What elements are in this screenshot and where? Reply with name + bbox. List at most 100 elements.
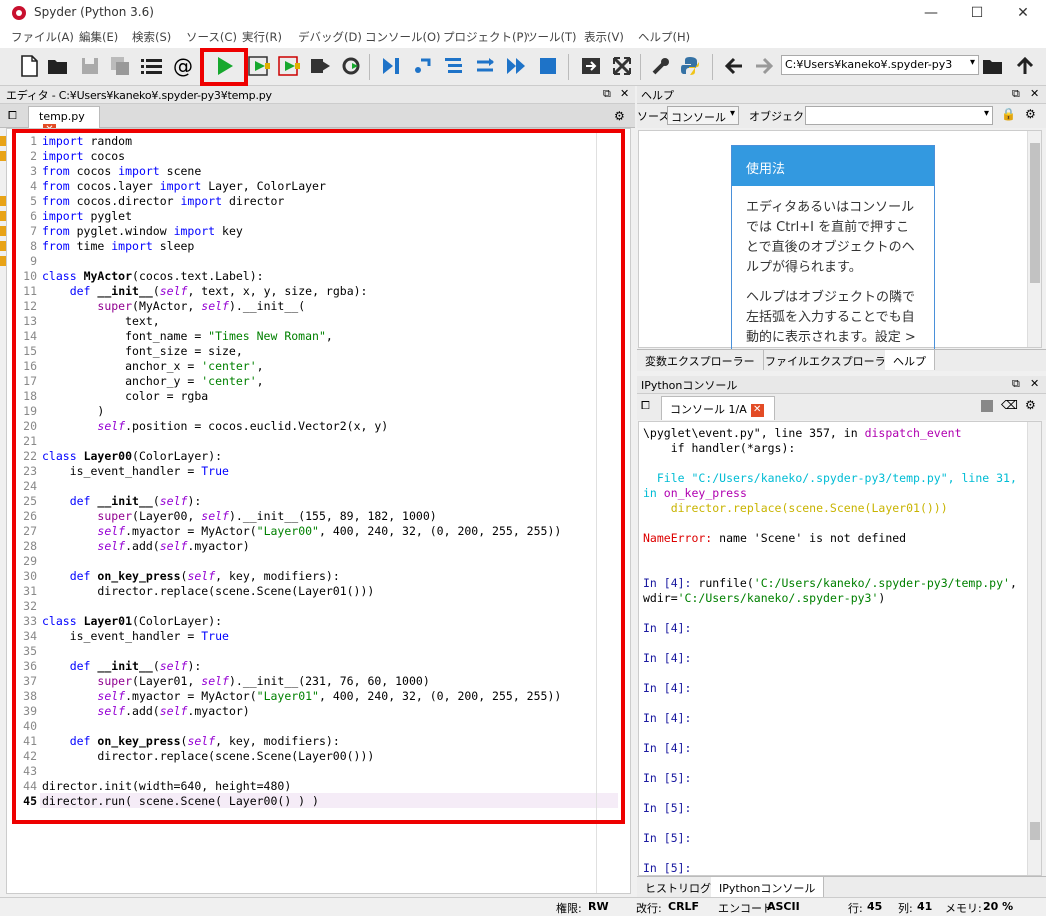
column-label: 列: [898, 902, 913, 915]
debug-icon[interactable] [378, 53, 404, 79]
python-path-icon[interactable] [677, 53, 703, 79]
stop-square-icon[interactable] [981, 400, 993, 412]
line-number: 45 [23, 794, 37, 808]
console-line: wdir='C:/Users/kaneko/.spyder-py3') [643, 591, 886, 605]
editor-pane-header: エディタ - C:¥Users¥kaneko¥.spyder-py3¥temp.… [0, 86, 635, 104]
rerun-icon[interactable] [338, 53, 364, 79]
close-button[interactable]: ✕ [1000, 0, 1046, 26]
code-line: font_size = size, [42, 344, 243, 358]
line-number: 15 [23, 344, 37, 358]
line-number: 2 [30, 149, 37, 163]
undock-icon[interactable]: ⧉ [603, 87, 611, 101]
preferences-wrench-icon[interactable] [648, 53, 674, 79]
open-folder-icon[interactable] [45, 53, 71, 79]
help-tab-bar: 変数エクスプローラー ファイルエクスプローラー ヘルプ [637, 349, 1046, 371]
code-editor[interactable]: 1 2 3 4 5 6 7 8 9 10 11 12 13 14 15 16 17 18 19 20 21 22 23 24 2… [6, 128, 631, 894]
source-combo[interactable]: コンソール ▾ [667, 106, 739, 125]
maximize-button[interactable]: ☐ [954, 0, 1000, 26]
code-line: from cocos.director import director [42, 194, 285, 208]
lock-icon[interactable]: 🔒 [1001, 107, 1016, 121]
chevron-down-icon[interactable]: ▾ [970, 57, 975, 68]
console-scrollbar[interactable] [1027, 422, 1041, 875]
working-directory-combo[interactable]: C:¥Users¥kaneko¥.spyder-py3 ▾ [781, 55, 979, 75]
tab-help[interactable]: ヘルプ [885, 350, 935, 370]
menu-file[interactable]: ファイル(A) [11, 29, 74, 45]
step-into-icon[interactable] [441, 53, 467, 79]
close-tab-icon[interactable]: ✕ [750, 403, 764, 417]
code-line: def on_key_press(self, key, modifiers): [69, 569, 340, 583]
usage-text: エディタあるいはコンソールでは Ctrl+I を直前で押すことで直後のオブジェク… [732, 186, 934, 360]
options-gear-icon[interactable]: ⚙ [614, 109, 625, 123]
title-bar: Spyder (Python 3.6) — ☐ ✕ [0, 0, 1046, 26]
browse-tabs-icon[interactable]: ⧠ [641, 399, 650, 413]
eraser-icon[interactable]: ⌫ [1001, 398, 1018, 412]
tab-variable-explorer[interactable]: 変数エクスプローラー [637, 350, 764, 370]
line-number: 32 [23, 599, 37, 613]
tab-console-1a[interactable]: コンソール 1/A ✕ [661, 396, 775, 420]
line-number: 41 [23, 734, 37, 748]
ipython-console-output[interactable]: \pyglet\event.py", line 357, in dispatch… [638, 421, 1042, 876]
line-number: 4 [30, 179, 37, 193]
tab-temp-py[interactable]: temp.py✕ [28, 106, 100, 137]
code-area[interactable]: import random import cocos from cocos impo… [42, 129, 622, 893]
minimize-button[interactable]: — [908, 0, 954, 26]
line-number: 36 [23, 659, 37, 673]
help-scrollbar[interactable] [1027, 131, 1041, 347]
tab-ipython-console[interactable]: IPythonコンソール [711, 877, 825, 897]
line-number: 33 [23, 614, 37, 628]
line-number: 7 [30, 224, 37, 238]
menu-edit[interactable]: 編集(E) [79, 29, 118, 45]
forward-arrow-icon[interactable] [751, 53, 777, 79]
continue-icon[interactable] [503, 53, 529, 79]
menu-console[interactable]: コンソール(O) [365, 29, 441, 45]
step-icon[interactable] [410, 53, 436, 79]
stop-debug-icon[interactable] [535, 53, 561, 79]
close-pane-icon[interactable]: ✕ [1030, 377, 1039, 390]
run-icon[interactable] [212, 53, 238, 79]
line-number: 5 [30, 194, 37, 208]
menu-search[interactable]: 検索(S) [132, 29, 171, 45]
save-icon[interactable] [77, 53, 103, 79]
options-gear-icon[interactable]: ⚙ [1025, 398, 1036, 412]
code-line: director.init(width=640, height=480) [42, 779, 292, 793]
code-line: font_name = "Times New Roman", [42, 329, 333, 343]
tab-history-log[interactable]: ヒストリログ [637, 877, 720, 897]
chevron-down-icon: ▾ [983, 108, 989, 119]
run-cell-advance-icon[interactable] [276, 53, 302, 79]
undock-icon[interactable]: ⧉ [1012, 377, 1020, 391]
undock-icon[interactable]: ⧉ [1012, 87, 1020, 101]
line-number: 42 [23, 749, 37, 763]
browse-tabs-icon[interactable]: ⧠ [8, 109, 17, 123]
code-line: def __init__(self, text, x, y, size, rgb… [69, 284, 368, 298]
menu-project[interactable]: プロジェクト(P) [443, 29, 528, 45]
menu-help[interactable]: ヘルプ(H) [638, 29, 690, 45]
tab-file-explorer[interactable]: ファイルエクスプローラー [757, 350, 906, 370]
menu-view[interactable]: 表示(V) [584, 29, 624, 45]
new-file-icon[interactable] [16, 53, 42, 79]
close-pane-icon[interactable]: ✕ [620, 87, 629, 100]
menu-debug[interactable]: デバッグ(D) [298, 29, 362, 45]
code-line: self.add(self.myactor) [97, 704, 250, 718]
working-directory-value: C:¥Users¥kaneko¥.spyder-py3 [785, 58, 953, 71]
code-line: director.replace(scene.Scene(Layer00())) [42, 749, 375, 763]
browse-folder-icon[interactable] [980, 53, 1006, 79]
at-sign-icon[interactable]: @ [170, 53, 196, 79]
fullscreen-icon[interactable] [609, 53, 635, 79]
code-line: anchor_y = 'center', [42, 374, 264, 388]
close-pane-icon[interactable]: ✕ [1030, 87, 1039, 100]
step-return-icon[interactable] [472, 53, 498, 79]
maximize-pane-icon[interactable] [578, 53, 604, 79]
run-cell-icon[interactable] [246, 53, 272, 79]
save-all-icon[interactable] [107, 53, 133, 79]
line-number: 29 [23, 554, 37, 568]
run-selection-icon[interactable] [307, 53, 333, 79]
options-gear-icon[interactable]: ⚙ [1025, 107, 1036, 121]
list-icon[interactable] [139, 53, 165, 79]
menu-tools[interactable]: ツール(T) [526, 29, 577, 45]
parent-dir-arrow-icon[interactable] [1012, 53, 1038, 79]
back-arrow-icon[interactable] [721, 53, 747, 79]
menu-source[interactable]: ソース(C) [186, 29, 237, 45]
menu-run[interactable]: 実行(R) [242, 29, 282, 45]
object-input[interactable]: ▾ [805, 106, 993, 125]
line-label: 行: [848, 902, 863, 915]
